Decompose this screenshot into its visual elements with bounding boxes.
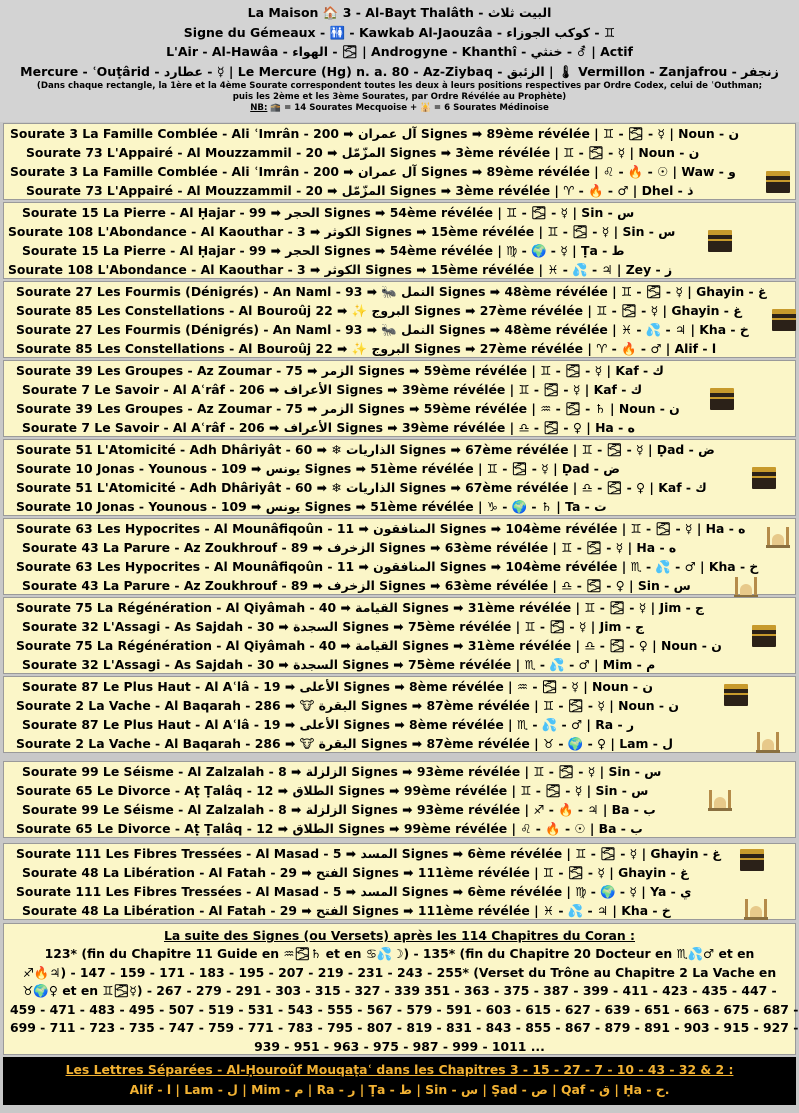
sourate-row: Sourate 63 Les Hypocrites - Al Mounâfiqo… [16, 521, 746, 536]
house-title: La Maison 🏠 3 - Al-Bayt Thalâth - البيت … [247, 5, 552, 20]
mosque-icon [708, 789, 732, 811]
mosque-icon [744, 898, 768, 920]
verse-sequence-line: 699 - 711 - 723 - 735 - 747 - 759 - 771 … [10, 1020, 799, 1035]
sourate-row: Sourate 99 Le Séisme - Al Zalzalah - الز… [22, 764, 662, 779]
verse-sequence-panel: La suite des Signes (ou Versets) après l… [3, 923, 799, 1055]
sourate-group: Sourate 99 Le Séisme - Al Zalzalah - الز… [3, 761, 796, 838]
sourate-group: Sourate 63 Les Hypocrites - Al Mounâfiqo… [3, 518, 796, 598]
sourate-group: Sourate 87 Le Plus Haut - Al Aʿlâ - الأع… [3, 676, 796, 753]
sourate-row: Sourate 3 La Famille Comblée - Ali ʿImrâ… [10, 126, 740, 141]
separated-letters-title: Les Lettres Séparées - Al-Ḥouroûf Mouqaṭ… [65, 1062, 734, 1077]
sourate-row: Sourate 15 La Pierre - Al Ḥajar - الحجر … [22, 205, 635, 220]
sourate-row: Sourate 39 Les Groupes - Az Zoumar - الز… [16, 363, 664, 378]
sourate-group: Sourate 39 Les Groupes - Az Zoumar - الز… [3, 360, 796, 437]
nb-label: NB: [250, 103, 268, 113]
element-title: L'Air - Al-Hawâa - الهواء - 🌫 | Androgyn… [166, 44, 633, 59]
sourate-group: Sourate 75 La Régénération - Al Qiyâmah … [3, 597, 796, 674]
sourate-row: Sourate 85 Les Constellations - Al Bouro… [16, 341, 717, 356]
sourate-row: Sourate 51 L'Atomicité - Adh Dhâriyât - … [16, 480, 707, 495]
sourate-row: Sourate 48 La Libération - Al Fatah - ال… [22, 865, 689, 880]
kaaba-icon [752, 625, 776, 647]
sourate-row: Sourate 7 Le Savoir - Al Aʿrâf - الأعراف… [22, 420, 635, 435]
kaaba-icon [772, 309, 796, 331]
sourate-row: Sourate 39 Les Groupes - Az Zoumar - الز… [16, 401, 680, 416]
planet-title: Mercure - ʿOuṭârid - عطارد - ☿ | Le Merc… [20, 63, 779, 79]
nb-legend: NB: 🕋 = 14 Sourates Mecquoise + 🕌 = 6 So… [0, 103, 799, 114]
sourate-row: Sourate 2 La Vache - Al Baqarah - البقرة… [16, 736, 673, 751]
header: La Maison 🏠 3 - Al-Bayt Thalâth - البيت … [0, 0, 799, 122]
kaaba-icon [724, 684, 748, 706]
mosque-icon [734, 576, 758, 598]
sign-title: Signe du Gémeaux - 🚻 - Kawkab Al-Jaouzâa… [183, 24, 616, 40]
sourate-row: Sourate 7 Le Savoir - Al Aʿrâf - الأعراف… [22, 382, 643, 397]
sourate-row: Sourate 48 La Libération - Al Fatah - ال… [22, 903, 671, 918]
sourate-row: Sourate 63 Les Hypocrites - Al Mounâfiqo… [16, 559, 759, 574]
verse-sequence-line: ♉🌍♀ et en ♊🌫☿) - 267 - 279 - 291 - 303 -… [22, 983, 777, 998]
note-line-1: (Dans chaque rectangle, la 1ère et la 4è… [36, 81, 763, 91]
sourate-row: Sourate 87 Le Plus Haut - Al Aʿlâ - الأع… [22, 717, 635, 732]
sourate-row: Sourate 73 L'Appairé - Al Mouzzammil - ا… [26, 145, 700, 160]
sourate-row: Sourate 65 Le Divorce - Aṭ Ṭalâq - الطلا… [16, 821, 643, 836]
kaaba-icon [766, 171, 790, 193]
sourate-row: Sourate 65 Le Divorce - Aṭ Ṭalâq - الطلا… [16, 783, 649, 798]
verse-sequence-title: La suite des Signes (ou Versets) après l… [163, 928, 635, 943]
sourate-row: Sourate 111 Les Fibres Tressées - Al Mas… [16, 846, 721, 861]
sourate-row: Sourate 51 L'Atomicité - Adh Dhâriyât - … [16, 442, 715, 457]
sourate-row: Sourate 27 Les Fourmis (Dénigrés) - An N… [16, 322, 749, 337]
sourate-row: Sourate 2 La Vache - Al Baqarah - البقرة… [16, 698, 679, 713]
separated-letters-panel: Les Lettres Séparées - Al-Ḥouroûf Mouqaṭ… [3, 1057, 796, 1105]
sourate-row: Sourate 73 L'Appairé - Al Mouzzammil - ا… [26, 183, 694, 198]
sourate-row: Sourate 43 La Parure - Az Zoukhrouf - ال… [22, 578, 691, 593]
sourate-row: Sourate 32 L'Assagi - As Sajdah - السجدة… [22, 619, 645, 634]
verse-sequence-line: 459 - 471 - 483 - 495 - 507 - 519 - 531 … [10, 1001, 799, 1017]
sourate-row: Sourate 27 Les Fourmis (Dénigrés) - An N… [16, 284, 767, 299]
sourate-group: Sourate 111 Les Fibres Tressées - Al Mas… [3, 843, 796, 920]
sourate-row: Sourate 87 Le Plus Haut - Al Aʿlâ - الأع… [22, 679, 653, 694]
sourate-row: Sourate 75 La Régénération - Al Qiyâmah … [16, 600, 704, 615]
verse-sequence-line: 939 - 951 - 963 - 975 - 987 - 999 - 1011… [254, 1038, 545, 1054]
kaaba-icon [740, 849, 764, 871]
sourate-group: Sourate 15 La Pierre - Al Ḥajar - الحجر … [3, 202, 796, 279]
verse-sequence-line: 123* (fin du Chapitre 11 Guide en ♒🌫♄ et… [44, 946, 755, 961]
sourate-row: Sourate 43 La Parure - Az Zoukhrouf - ال… [22, 540, 677, 555]
sourate-row: Sourate 15 La Pierre - Al Ḥajar - الحجر … [22, 243, 625, 258]
sourate-row: Sourate 111 Les Fibres Tressées - Al Mas… [16, 884, 692, 899]
separated-letters-list: Alif - ا | Lam - ل | Mim - م | Ra - ر | … [129, 1082, 670, 1097]
sourate-group: Sourate 51 L'Atomicité - Adh Dhâriyât - … [3, 439, 796, 516]
verse-sequence-line: ♐🔥♃) - 147 - 159 - 171 - 183 - 195 - 207… [22, 964, 777, 980]
sourate-row: Sourate 3 La Famille Comblée - Ali ʿImrâ… [10, 164, 736, 179]
mosque-icon [756, 731, 780, 753]
sourate-row: Sourate 108 L'Abondance - Al Kaouthar - … [8, 224, 676, 239]
sourate-group: Sourate 3 La Famille Comblée - Ali ʿImrâ… [3, 123, 796, 200]
kaaba-icon [752, 467, 776, 489]
sourate-row: Sourate 10 Jonas - Younous - يونس ➡ 109 … [16, 461, 620, 476]
mosque-icon [766, 526, 790, 548]
sourate-row: Sourate 32 L'Assagi - As Sajdah - السجدة… [22, 657, 656, 672]
kaaba-icon [710, 388, 734, 410]
kaaba-icon [708, 230, 732, 252]
sourate-row: Sourate 108 L'Abondance - Al Kaouthar - … [8, 262, 673, 277]
sourate-group: Sourate 27 Les Fourmis (Dénigrés) - An N… [3, 281, 796, 358]
nb-text: 🕋 = 14 Sourates Mecquoise + 🕌 = 6 Sourat… [267, 103, 549, 113]
sourate-row: Sourate 99 Le Séisme - Al Zalzalah - الز… [22, 802, 656, 817]
sourate-row: Sourate 10 Jonas - Younous - يونس ➡ 109 … [16, 499, 607, 514]
sourate-row: Sourate 85 Les Constellations - Al Bouro… [16, 303, 742, 318]
note-line-2: puis les 2ème et les 3ème Sourates, par … [232, 92, 567, 102]
sourate-row: Sourate 75 La Régénération - Al Qiyâmah … [16, 638, 722, 653]
